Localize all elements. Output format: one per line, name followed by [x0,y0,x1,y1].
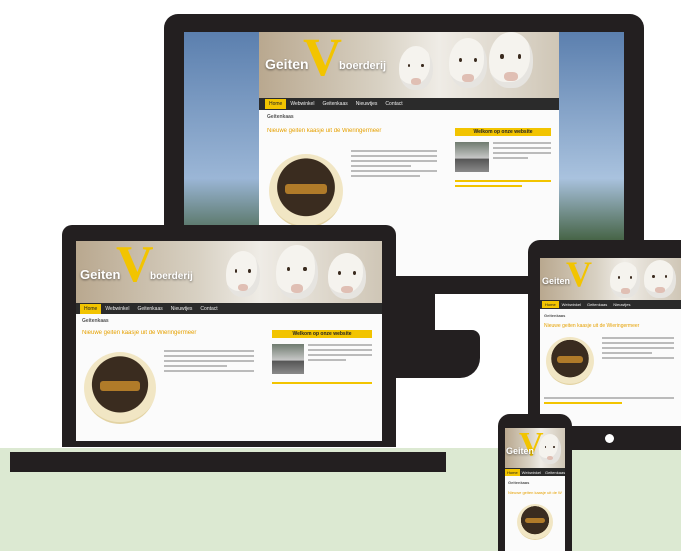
page-content: Geitenkaas Nieuwe geiten kaasje uit de W… [76,314,382,441]
logo-brand-left: Geiten [506,446,535,456]
main-nav: Home Webwinkel Geitenkaas [505,468,565,476]
goat-image [644,260,676,298]
article-title[interactable]: Nieuwe geiten kaasje uit de Wieringermee… [544,323,674,329]
main-nav: Home Webwinkel Geitenkaas Nieuwtjes [540,300,681,309]
nav-item-webwinkel[interactable]: Webwinkel [286,99,318,109]
article-title[interactable]: Nieuwe geiten kaasje uit de Wieringermee… [508,490,562,495]
nav-item-nieuwtjes[interactable]: Nieuwtjes [610,301,633,308]
logo-brand-right: boerderij [150,271,193,282]
cheese-image [84,352,156,424]
logo-brand-right: boerderij [339,60,387,72]
goat-image [610,262,640,298]
logo-brand-left: Geiten [265,56,309,72]
page-content: Geitenkaas Nieuwe geiten kaasje uit de W… [505,476,565,551]
logo-mark: V [519,428,544,463]
sidebar-links [272,382,372,387]
sidebar-heading: Welkom op onze website [272,330,372,338]
header-banner: V Geiten [540,258,681,300]
nav-item-webwinkel[interactable]: Webwinkel [520,469,543,476]
tablet-website: V Geiten Home Webwinkel Geitenkaas Nieuw… [540,258,681,426]
goat-image [328,253,366,299]
breadcrumb: Geitenkaas [82,318,109,324]
nav-item-nieuwtjes[interactable]: Nieuwtjes [167,304,197,314]
header-banner: V Geiten [505,428,565,468]
goat-image [449,38,487,88]
breadcrumb: Geitenkaas [544,313,566,318]
footer-text [544,397,674,407]
header-banner: V Geiten boerderij [76,241,382,303]
laptop: V Geiten boerderij Home Webwinkel Geiten… [62,225,396,447]
nav-item-webwinkel[interactable]: Webwinkel [101,304,133,314]
cheese-image [517,504,553,540]
goat-image [399,46,433,90]
nav-item-geitenkaas[interactable]: Geitenkaas [318,99,351,109]
article-text [602,337,674,362]
laptop-base [10,452,446,472]
nav-item-home[interactable]: Home [542,301,559,308]
sidebar-text [493,142,551,162]
article-text [164,350,254,375]
sidebar-heading: Welkom op onze website [455,128,551,136]
breadcrumb: Geitenkaas [508,480,530,485]
nav-item-geitenkaas[interactable]: Geitenkaas [133,304,166,314]
tablet-home-button[interactable] [605,434,614,443]
logo-mark: V [116,241,154,293]
nav-item-geitenkaas[interactable]: Geitenkaas [584,301,610,308]
nav-item-contact[interactable]: Contact [381,99,406,109]
sidebar-links [455,180,551,190]
breadcrumb: Geitenkaas [267,114,294,120]
logo-mark: V [566,258,592,294]
nav-item-home[interactable]: Home [265,99,287,109]
tablet-screen: V Geiten Home Webwinkel Geitenkaas Nieuw… [540,258,681,426]
sidebar-text [308,344,372,364]
nav-item-contact[interactable]: Contact [196,304,221,314]
nav-item-webwinkel[interactable]: Webwinkel [559,301,584,308]
goat-image [276,245,318,299]
nav-item-home[interactable]: Home [80,303,102,314]
cheese-image [269,154,343,228]
cheese-image [546,337,594,385]
article-text [351,150,437,180]
article-title[interactable]: Nieuwe geiten kaasje uit de Wieringermee… [267,128,437,134]
goat-image [489,32,533,88]
laptop-website: V Geiten boerderij Home Webwinkel Geiten… [76,241,382,441]
logo-brand-left: Geiten [542,276,571,286]
logo-brand-left: Geiten [80,267,121,282]
main-nav: Home Webwinkel Geitenkaas Nieuwtjes Cont… [76,303,382,314]
goat-image [226,251,260,297]
page-content: Geitenkaas Nieuwe geiten kaasje uit de W… [540,309,681,426]
nav-item-nieuwtjes[interactable]: Nieuwtjes [352,99,382,109]
laptop-screen: V Geiten boerderij Home Webwinkel Geiten… [76,241,382,441]
article-title[interactable]: Nieuwe geiten kaasje uit de Wieringermee… [82,330,252,336]
sidebar-thumbnail[interactable] [272,344,304,374]
nav-item-geitenkaas[interactable]: Geitenkaas [543,469,565,476]
phone-screen: V Geiten Home Webwinkel Geitenkaas Geite… [505,428,565,551]
main-nav: Home Webwinkel Geitenkaas Nieuwtjes Cont… [259,98,559,110]
phone: V Geiten Home Webwinkel Geitenkaas Geite… [498,414,572,551]
phone-website: V Geiten Home Webwinkel Geitenkaas Geite… [505,428,565,551]
sidebar-thumbnail[interactable] [455,142,489,172]
nav-item-home[interactable]: Home [505,468,520,476]
header-banner: V Geiten boerderij [259,32,559,98]
